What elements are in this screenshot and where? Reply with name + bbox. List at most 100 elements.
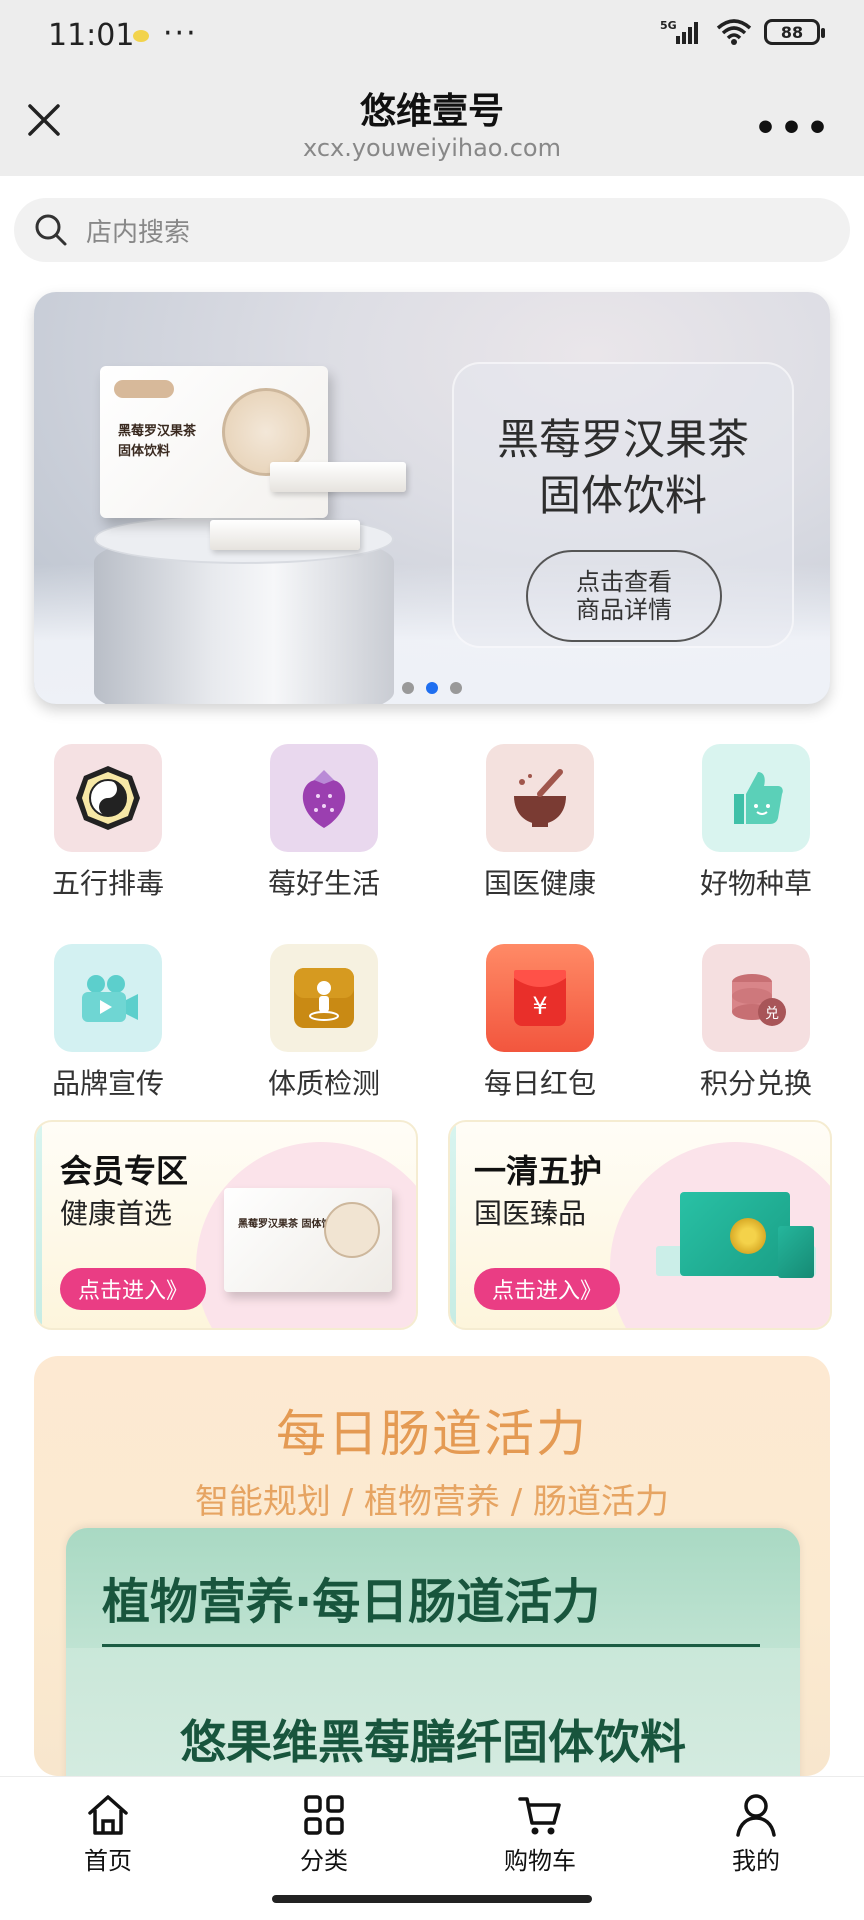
user-icon (736, 1794, 776, 1837)
category-icon-tile (702, 744, 810, 852)
promo-card-member[interactable]: 黑莓罗汉果茶 固体饮料 会员专区 健康首选 点击进入》 (34, 1120, 418, 1330)
promo-card-title: 一清五护 (474, 1152, 603, 1190)
promo-card-title: 会员专区 (60, 1152, 189, 1190)
promo-product-emblem-icon (730, 1218, 766, 1254)
tab-label: 分类 (300, 1847, 348, 1875)
promo-product-image (778, 1226, 814, 1278)
strawberry-icon (302, 770, 346, 828)
navigation-bar: 悠维壹号 xcx.youweiyihao.com ••• (0, 72, 864, 176)
carousel-dot[interactable] (402, 682, 414, 694)
feature-card-subtitle: 悠果维黑莓膳纤固体饮料 (180, 1715, 686, 1769)
tab-profile[interactable]: 我的 (686, 1791, 826, 1876)
carousel-dot-active[interactable] (426, 682, 438, 694)
tab-label: 购物车 (504, 1847, 576, 1875)
video-camera-icon (82, 975, 138, 1022)
battery-icon: 88 (764, 19, 825, 45)
carousel-indicator (34, 682, 830, 694)
feature-subtitle: 智能规划 / 植物营养 / 肠道活力 (194, 1482, 670, 1522)
status-more-icon: ··· (163, 16, 198, 51)
tab-home[interactable]: 首页 (38, 1791, 178, 1876)
svg-text:兑: 兑 (765, 1006, 779, 1022)
notification-dot-icon (133, 30, 149, 42)
product-stick-image (270, 462, 406, 492)
search-input[interactable]: 店内搜索 (14, 198, 850, 262)
more-options-icon[interactable]: ••• (754, 108, 832, 149)
tab-label: 首页 (84, 1847, 132, 1875)
grid-icon (304, 1795, 344, 1835)
tree-emblem-icon (324, 1202, 380, 1258)
home-indicator[interactable] (272, 1895, 592, 1903)
view-details-button[interactable]: 点击查看 商品详情 (526, 550, 722, 642)
category-berry-life[interactable]: 莓好生活 (244, 744, 404, 902)
category-label: 莓好生活 (267, 867, 380, 900)
promo-card-edge (36, 1122, 42, 1328)
cart-icon (518, 1797, 561, 1835)
search-icon (35, 214, 67, 246)
button-label-line: 点击查看 (576, 568, 672, 596)
feature-card-title: 植物营养·每日肠道活力 (102, 1574, 601, 1630)
product-box-text: 固体饮料 (118, 444, 171, 459)
tab-label: 我的 (732, 1847, 780, 1875)
promo-banner[interactable]: 黑莓罗汉果茶 固体饮料 黑莓罗汉果茶 固体饮料 点击查看 商品详情 (34, 292, 830, 704)
category-icon-tile (54, 944, 162, 1052)
tab-cart[interactable]: 购物车 (470, 1791, 610, 1876)
promo-card-tcm[interactable]: 一清五护 国医臻品 点击进入》 (448, 1120, 832, 1330)
search-placeholder: 店内搜索 (86, 217, 191, 248)
svg-text:¥: ¥ (532, 992, 547, 1020)
category-icon-tile (270, 744, 378, 852)
category-label: 每日红包 (483, 1067, 596, 1100)
cellular-signal-icon: 5G (660, 19, 698, 44)
category-daily-red-packet[interactable]: ¥ 每日红包 (460, 944, 620, 1102)
person-scan-icon (294, 968, 354, 1028)
category-icon-tile: ¥ (486, 944, 594, 1052)
category-points-exchange[interactable]: 兑 积分兑换 (676, 944, 836, 1102)
page-title: 悠维壹号 (359, 91, 504, 132)
network-type-label: 5G (660, 19, 677, 32)
promo-card-edge (450, 1122, 456, 1328)
product-box-text: 黑莓罗汉果茶 (118, 424, 197, 439)
status-indicators: 5G 88 (660, 18, 825, 46)
home-icon (88, 1795, 128, 1835)
feature-card[interactable]: 植物营养·每日肠道活力 悠果维黑莓膳纤固体饮料 (66, 1528, 800, 1776)
category-label: 品牌宣传 (51, 1067, 164, 1100)
feature-title: 每日肠道活力 (276, 1405, 588, 1463)
category-label: 五行排毒 (51, 867, 164, 900)
red-packet-icon: ¥ (514, 970, 566, 1026)
category-brand-promo[interactable]: 品牌宣传 (28, 944, 188, 1102)
enter-button[interactable]: 点击进入》 (474, 1268, 621, 1310)
feature-section[interactable]: 每日肠道活力 智能规划 / 植物营养 / 肠道活力 植物营养·每日肠道活力 悠果… (34, 1356, 830, 1776)
thumbs-up-icon (734, 772, 783, 824)
enter-button[interactable]: 点击进入》 (60, 1268, 207, 1310)
banner-title-line: 固体饮料 (538, 471, 707, 520)
category-good-picks[interactable]: 好物种草 (676, 744, 836, 902)
tab-category[interactable]: 分类 (254, 1791, 394, 1876)
category-label: 好物种草 (699, 867, 812, 900)
brand-logo-icon (114, 380, 174, 398)
category-label: 国医健康 (483, 867, 596, 900)
coins-exchange-icon: 兑 (732, 974, 786, 1026)
category-label: 积分兑换 (699, 1067, 812, 1100)
mortar-icon (514, 769, 566, 827)
category-icon-tile (270, 944, 378, 1052)
page-url: xcx.youweiyihao.com (303, 134, 561, 162)
banner-title-line: 黑莓罗汉果茶 (496, 415, 749, 464)
category-icon-tile: 兑 (702, 944, 810, 1052)
category-icon-tile (54, 744, 162, 852)
status-time: 11:01 (48, 18, 135, 53)
promo-card-subtitle: 国医臻品 (474, 1197, 587, 1230)
divider (102, 1644, 760, 1647)
yin-yang-icon (76, 766, 140, 830)
wifi-icon (716, 19, 752, 45)
promo-card-subtitle: 健康首选 (60, 1197, 173, 1230)
category-constitution-test[interactable]: 体质检测 (244, 944, 404, 1102)
product-stick-image (210, 520, 360, 550)
carousel-dot[interactable] (450, 682, 462, 694)
promo-product-image: 黑莓罗汉果茶 固体饮料 (224, 1188, 392, 1292)
category-wuxing-detox[interactable]: 五行排毒 (28, 744, 188, 902)
category-label: 体质检测 (267, 1067, 380, 1100)
category-tcm-health[interactable]: 国医健康 (460, 744, 620, 902)
button-label-line: 商品详情 (576, 596, 672, 624)
banner-title: 黑莓罗汉果茶 固体饮料 (452, 412, 794, 524)
product-box-image: 黑莓罗汉果茶 固体饮料 (100, 366, 328, 518)
status-bar: 11:01 ··· 5G 88 (0, 0, 864, 72)
